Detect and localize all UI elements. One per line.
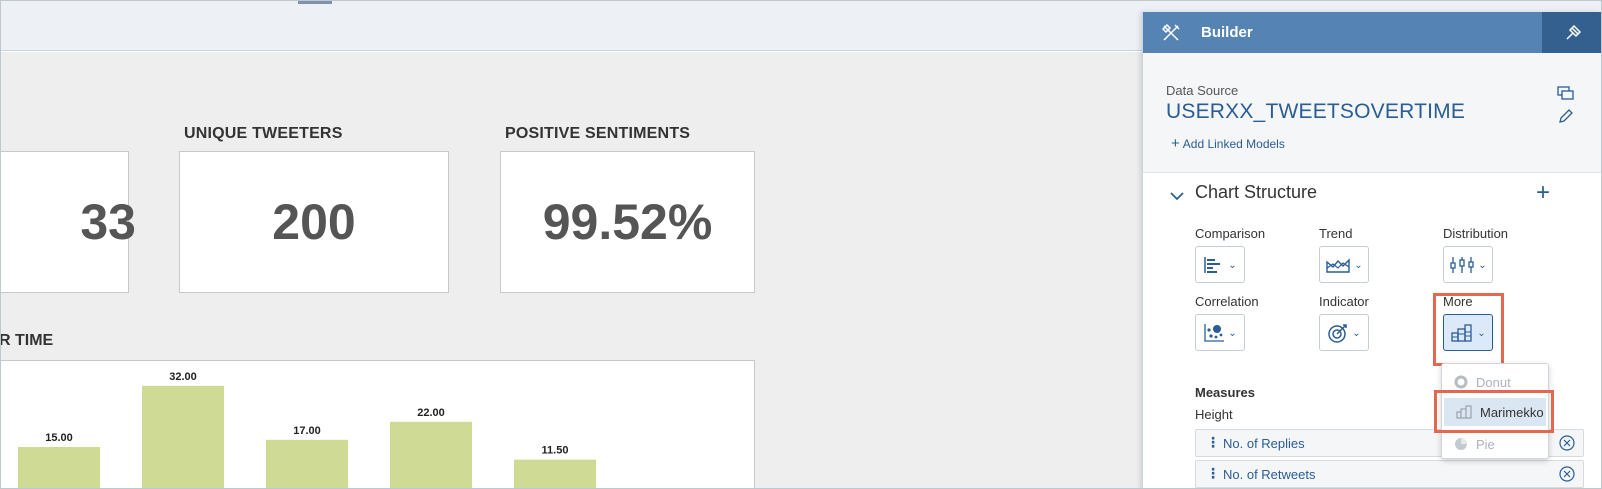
add-chart-structure-button[interactable]: + bbox=[1536, 179, 1550, 207]
indicator-chart-button[interactable]: ⌄ bbox=[1319, 314, 1369, 351]
kpi-card-positive-sentiments[interactable]: 99.52% bbox=[500, 151, 755, 293]
chart-bar[interactable] bbox=[18, 447, 100, 489]
measure-item[interactable]: ⋮ No. of Retweets bbox=[1195, 460, 1584, 488]
chart-data-label: 32.00 bbox=[169, 371, 197, 383]
kpi-card-total[interactable]: 33 bbox=[1, 151, 136, 293]
menu-item-label: Pie bbox=[1476, 436, 1495, 452]
chevron-down-icon: ⌄ bbox=[1478, 259, 1487, 271]
kpi-title-positive-sentiments: POSITIVE SENTIMENTS bbox=[505, 125, 691, 142]
chevron-down-icon: ⌄ bbox=[1228, 259, 1237, 271]
plus-icon: + bbox=[1171, 135, 1180, 152]
kpi-card-unique-tweeters[interactable]: 200 bbox=[179, 151, 449, 293]
type-label-correlation: Correlation bbox=[1195, 294, 1259, 309]
chevron-down-icon[interactable] bbox=[1168, 187, 1186, 205]
data-source-name[interactable]: USERXX_TWEETSOVERTIME bbox=[1166, 100, 1465, 124]
designer-toggle-button[interactable] bbox=[1542, 12, 1601, 53]
toolbar-indicator bbox=[298, 1, 332, 4]
marimekko-highlight-box bbox=[1434, 390, 1554, 433]
kpi-value: 33 bbox=[80, 194, 136, 250]
kpi-value: 200 bbox=[272, 194, 356, 250]
distribution-chart-button[interactable]: ⌄ bbox=[1443, 246, 1493, 283]
measure-name: No. of Retweets bbox=[1223, 467, 1316, 482]
data-source-section: Data Source USERXX_TWEETSOVERTIME + Add L… bbox=[1143, 53, 1601, 173]
copy-model-icon[interactable] bbox=[1556, 85, 1576, 103]
chart-data-label: 11.50 bbox=[542, 445, 569, 457]
screen: UNIQUE TWEETERS POSITIVE SENTIMENTS 33 2… bbox=[0, 0, 1602, 489]
type-label-trend: Trend bbox=[1319, 226, 1353, 241]
remove-icon[interactable] bbox=[1559, 435, 1575, 451]
brush-icon bbox=[1566, 24, 1582, 40]
box-plot-icon bbox=[1450, 256, 1474, 273]
builder-header: Builder bbox=[1143, 12, 1601, 53]
chart-data-label: 22.00 bbox=[417, 407, 445, 419]
kpi-title-unique-tweeters: UNIQUE TWEETERS bbox=[184, 125, 343, 142]
remove-icon[interactable] bbox=[1559, 466, 1575, 482]
chevron-down-icon: ⌄ bbox=[1354, 259, 1363, 271]
bar-chart-card[interactable]: 15.0032.0017.0022.0011.5032.00 bbox=[1, 360, 755, 489]
measures-label: Measures bbox=[1195, 385, 1255, 400]
scatter-icon bbox=[1204, 323, 1225, 342]
type-label-distribution: Distribution bbox=[1443, 226, 1509, 241]
chevron-down-icon: ⌄ bbox=[1352, 327, 1361, 339]
builder-title: Builder bbox=[1201, 24, 1253, 41]
bar-horizontal-icon bbox=[1204, 256, 1221, 273]
drag-handle-icon[interactable]: ⋮ bbox=[1206, 434, 1220, 451]
comparison-chart-button[interactable]: ⌄ bbox=[1195, 246, 1245, 283]
height-label: Height bbox=[1195, 407, 1233, 422]
more-highlight-box bbox=[1433, 293, 1504, 366]
chart-bar[interactable] bbox=[142, 385, 224, 489]
donut-icon bbox=[1454, 375, 1468, 389]
add-linked-models-label: Add Linked Models bbox=[1182, 137, 1285, 151]
chart-bar[interactable] bbox=[514, 459, 596, 489]
menu-item-pie[interactable]: Pie bbox=[1442, 430, 1548, 458]
chart-title: R TIME bbox=[0, 332, 54, 349]
chart-structure-header[interactable]: Chart Structure bbox=[1195, 182, 1317, 203]
trend-chart-button[interactable]: ⌄ bbox=[1319, 246, 1369, 283]
chart-data-label: 15.00 bbox=[45, 432, 73, 444]
menu-item-label: Donut bbox=[1476, 374, 1511, 390]
type-label-comparison: Comparison bbox=[1195, 226, 1266, 241]
chevron-down-icon: ⌄ bbox=[1228, 327, 1237, 339]
add-linked-models-link[interactable]: + Add Linked Models bbox=[1171, 135, 1285, 152]
chart-bar[interactable] bbox=[390, 421, 472, 489]
chart-bar[interactable] bbox=[266, 439, 348, 489]
drag-handle-icon[interactable]: ⋮ bbox=[1206, 465, 1220, 482]
target-icon bbox=[1328, 323, 1348, 343]
area-line-icon bbox=[1326, 257, 1350, 273]
bar-chart: 15.0032.0017.0022.0011.5032.00 bbox=[18, 371, 596, 489]
kpi-value: 99.52% bbox=[542, 194, 713, 250]
type-label-indicator: Indicator bbox=[1319, 294, 1369, 309]
edit-pencil-icon[interactable] bbox=[1557, 107, 1575, 125]
correlation-chart-button[interactable]: ⌄ bbox=[1195, 314, 1245, 351]
measure-name: No. of Replies bbox=[1223, 436, 1305, 451]
chart-data-label: 17.00 bbox=[293, 425, 321, 437]
pie-icon bbox=[1455, 438, 1467, 450]
data-source-label: Data Source bbox=[1166, 83, 1239, 98]
tools-icon bbox=[1161, 23, 1180, 41]
